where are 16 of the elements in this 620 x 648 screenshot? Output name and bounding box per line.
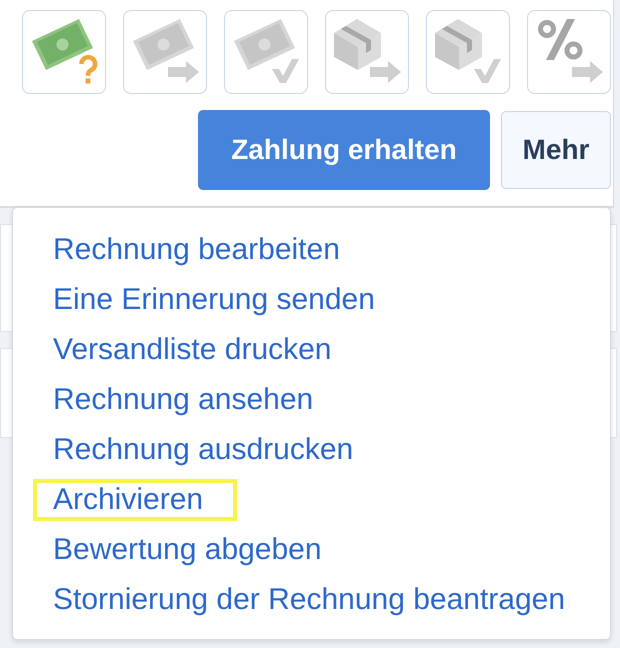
status-button[interactable] bbox=[22, 10, 106, 94]
status-button[interactable] bbox=[325, 10, 409, 94]
status-button[interactable] bbox=[123, 10, 207, 94]
status-button[interactable] bbox=[527, 10, 611, 94]
menu-item[interactable]: Rechnung ausdrucken bbox=[33, 429, 388, 471]
menu-item[interactable]: Versandliste drucken bbox=[33, 329, 366, 371]
menu-item[interactable]: Rechnung bearbeiten bbox=[33, 229, 374, 271]
menu-item[interactable]: Bewertung abgeben bbox=[33, 529, 356, 571]
menu-item[interactable]: Rechnung ansehen bbox=[33, 379, 348, 421]
status-button[interactable] bbox=[224, 10, 308, 94]
receive-payment-button[interactable]: Zahlung erhalten bbox=[198, 110, 490, 190]
menu-item[interactable]: Eine Erinnerung senden bbox=[33, 279, 409, 321]
menu-item[interactable]: Archivieren bbox=[33, 479, 238, 521]
status-button[interactable] bbox=[426, 10, 510, 94]
menu-item[interactable]: Stornierung der Rechnung beantragen bbox=[33, 579, 600, 621]
more-button[interactable]: Mehr bbox=[501, 111, 611, 189]
